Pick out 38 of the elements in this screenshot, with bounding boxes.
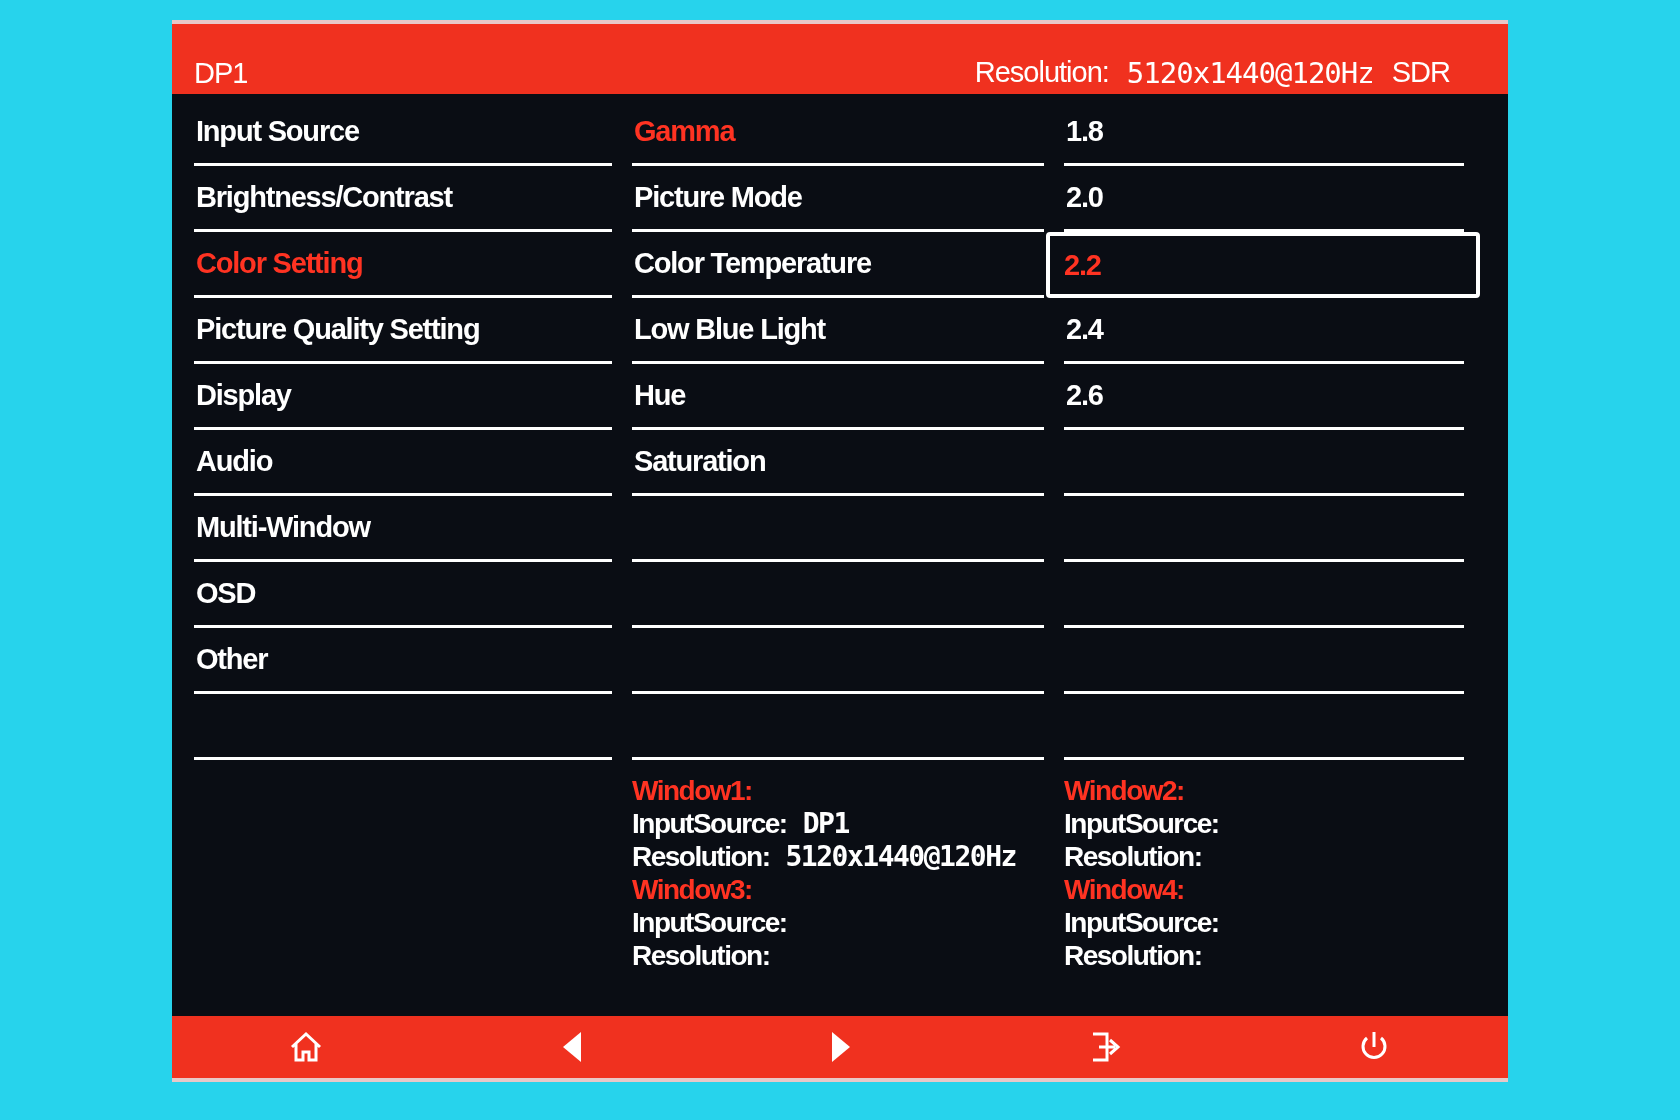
menu-item[interactable]: Input Source [196, 115, 359, 148]
menu-item[interactable]: Audio [196, 445, 273, 478]
option-item[interactable]: 2.4 [1066, 313, 1103, 346]
input-name: DP1 [194, 57, 248, 90]
dynamic-range: SDR [1391, 56, 1450, 90]
menu-item[interactable]: Multi-Window [196, 511, 370, 544]
menu-item[interactable]: Brightness/Contrast [196, 181, 452, 214]
menu-item[interactable]: Picture Quality Setting [196, 313, 480, 346]
input-source-value: DP1 [802, 807, 849, 840]
submenu-item[interactable]: Picture Mode [634, 181, 802, 214]
window-title: Window1: [632, 775, 752, 806]
option-item[interactable]: 2.0 [1066, 181, 1103, 214]
resolution-label: Resolution: [1064, 840, 1202, 873]
submenu-item[interactable]: Hue [634, 379, 686, 412]
option-item[interactable]: 1.8 [1066, 115, 1103, 148]
resolution-label: Resolution: [1064, 939, 1202, 972]
menu-item[interactable]: Display [196, 379, 291, 412]
option-item[interactable]: 2.6 [1066, 379, 1103, 412]
submenu-item[interactable]: Color Temperature [634, 247, 871, 280]
option-item[interactable]: 2.2 [1064, 248, 1101, 282]
window-title: Window4: [1064, 874, 1184, 905]
submenu-item[interactable]: Saturation [634, 445, 766, 478]
input-source-label: InputSource: [1064, 807, 1219, 840]
input-source-label: InputSource: [632, 906, 787, 939]
window-title: Window3: [632, 874, 752, 905]
menu-item[interactable]: Other [196, 643, 268, 676]
submenu-item[interactable]: Low Blue Light [634, 313, 825, 346]
resolution-label: Resolution: [632, 939, 770, 972]
resolution-value: 5120x1440@120Hz [785, 840, 1016, 873]
menu-item[interactable]: Color Setting [196, 247, 363, 280]
input-source-label: InputSource: [1064, 906, 1219, 939]
menu-item[interactable]: OSD [196, 577, 256, 610]
input-source-label: InputSource: [632, 807, 787, 840]
resolution-value: 5120x1440@120Hz [1126, 56, 1374, 90]
submenu-item[interactable]: Gamma [634, 115, 735, 148]
resolution-label: Resolution: [974, 56, 1109, 90]
window-title: Window2: [1064, 775, 1184, 806]
resolution-label: Resolution: [632, 840, 770, 873]
